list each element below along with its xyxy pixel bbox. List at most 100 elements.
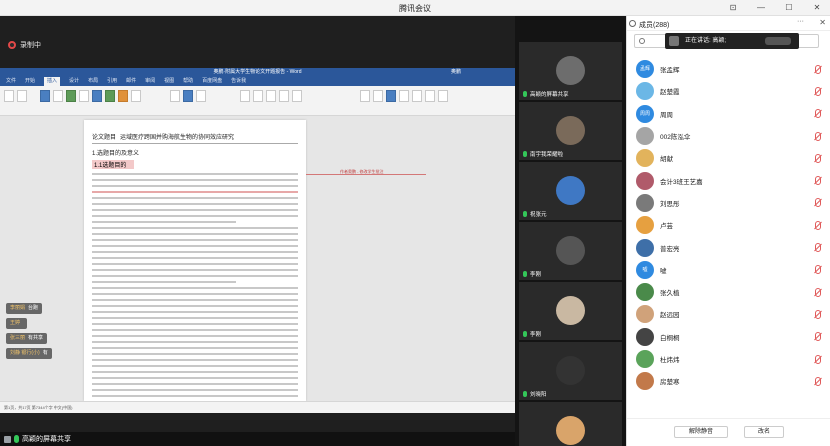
screenshot-icon[interactable] xyxy=(131,90,141,102)
muted-mic-icon[interactable] xyxy=(814,354,821,364)
smartart-icon[interactable] xyxy=(105,90,115,102)
member-avatar: 孟辉 xyxy=(636,60,654,79)
textbox-icon[interactable] xyxy=(360,90,370,102)
muted-mic-icon[interactable] xyxy=(814,287,821,297)
dropcap-icon[interactable] xyxy=(399,90,409,102)
member-row[interactable]: 嘘嘘 xyxy=(627,259,830,281)
member-row[interactable]: 白桐桐 xyxy=(627,326,830,348)
member-list: 孟辉 张孟辉 赵楚霞 周周 周周 002陈泓伞 胡献 会计3班王艺嘉 刘思彤 卢芸 普宏亮嘘嘘张久植… xyxy=(627,58,830,392)
muted-mic-icon[interactable] xyxy=(814,86,821,96)
ribbon-tab[interactable]: 插入 xyxy=(44,77,61,86)
muted-mic-icon[interactable] xyxy=(814,198,821,208)
member-row[interactable]: 刘思彤 xyxy=(627,192,830,214)
cover-page-icon[interactable] xyxy=(4,90,14,102)
member-row[interactable]: 杜炜炜 xyxy=(627,348,830,370)
picture-icon[interactable] xyxy=(53,90,63,102)
signature-line-icon[interactable] xyxy=(412,90,422,102)
muted-mic-icon[interactable] xyxy=(814,332,821,342)
rename-button[interactable]: 改名 xyxy=(744,426,784,438)
muted-mic-icon[interactable] xyxy=(814,243,821,253)
ribbon-group-text xyxy=(360,90,448,102)
pin-icon[interactable]: ⊡ xyxy=(726,2,740,13)
icons-icon[interactable] xyxy=(79,90,89,102)
blank-page-icon[interactable] xyxy=(17,90,27,102)
ribbon-tab[interactable]: 帮助 xyxy=(183,77,193,86)
word-document-area: 论文题目 运域医疗跨国并购海航生物的协同效应研究 1.选题目的及意义 1.1选题… xyxy=(0,116,515,401)
muted-mic-icon[interactable] xyxy=(814,309,821,319)
member-row[interactable]: 卢芸 xyxy=(627,214,830,236)
member-row[interactable]: 赵远园 xyxy=(627,303,830,325)
wikipedia-icon[interactable] xyxy=(183,90,193,102)
video-tile[interactable]: 刘晓阳 xyxy=(519,342,622,400)
member-row[interactable]: 房楚寒 xyxy=(627,370,830,392)
word-title-bar: 奥鹏·附属大学生物论文开题报告 - Word 奥鹏 xyxy=(0,68,515,77)
close-panel-icon[interactable]: ✕ xyxy=(819,18,826,27)
video-tile[interactable]: 南宇我荣耀啦 xyxy=(519,102,622,160)
ribbon-tab[interactable]: 审阅 xyxy=(145,77,155,86)
video-tile[interactable]: 李刚 xyxy=(519,282,622,340)
ribbon-tab[interactable]: 邮件 xyxy=(126,77,136,86)
microphone-icon xyxy=(523,331,527,337)
video-tile[interactable]: 高颖的屏幕共享 xyxy=(519,42,622,100)
member-row[interactable]: 张久植 xyxy=(627,281,830,303)
link-icon[interactable] xyxy=(240,90,250,102)
more-icon[interactable]: ··· xyxy=(797,18,804,25)
maximize-icon[interactable]: ☐ xyxy=(782,2,796,13)
close-icon[interactable]: ✕ xyxy=(810,2,824,13)
3d-model-icon[interactable] xyxy=(92,90,102,102)
ribbon-tab[interactable]: 告诉我 xyxy=(231,77,246,86)
ribbon-tab[interactable]: 布局 xyxy=(88,77,98,86)
word-status-bar: 第1页，共17页 第7344个字 中文(中国) xyxy=(0,401,515,413)
quick-parts-icon[interactable] xyxy=(373,90,383,102)
muted-mic-icon[interactable] xyxy=(814,265,821,275)
muted-mic-icon[interactable] xyxy=(814,220,821,230)
wordart-icon[interactable] xyxy=(386,90,396,102)
unmute-all-button[interactable]: 解除静音 xyxy=(674,426,728,438)
member-row[interactable]: 赵楚霞 xyxy=(627,80,830,102)
member-row[interactable]: 胡献 xyxy=(627,147,830,169)
muted-mic-icon[interactable] xyxy=(814,176,821,186)
muted-mic-icon[interactable] xyxy=(814,64,821,74)
table-icon[interactable] xyxy=(40,90,50,102)
document-page[interactable]: 论文题目 运域医疗跨国并购海航生物的协同效应研究 1.选题目的及意义 1.1选题… xyxy=(84,120,306,401)
ribbon-tab[interactable]: 视图 xyxy=(164,77,174,86)
comment-icon[interactable] xyxy=(266,90,276,102)
member-row[interactable]: 周周 周周 xyxy=(627,103,830,125)
member-row[interactable]: 002陈泓伞 xyxy=(627,125,830,147)
shapes-icon[interactable] xyxy=(66,90,76,102)
equation-icon[interactable] xyxy=(425,90,435,102)
participant-name-label: 南宇我荣耀啦 xyxy=(523,150,563,158)
ribbon-tab[interactable]: 设计 xyxy=(69,77,79,86)
ribbon-tab[interactable]: 开始 xyxy=(25,77,35,86)
participant-avatar xyxy=(556,416,585,445)
video-tile[interactable]: 李刚 xyxy=(519,222,622,280)
muted-mic-icon[interactable] xyxy=(814,376,821,386)
ribbon-tab[interactable]: 文件 xyxy=(6,77,16,86)
muted-mic-icon[interactable] xyxy=(814,153,821,163)
member-row[interactable]: 普宏亮 xyxy=(627,236,830,258)
footer-icon[interactable] xyxy=(292,90,302,102)
comment-balloon[interactable]: 作者奥鹏 - 修改学生批注 xyxy=(340,169,384,175)
text-line xyxy=(92,317,298,319)
symbol-icon[interactable] xyxy=(438,90,448,102)
muted-mic-icon[interactable] xyxy=(814,109,821,119)
text-line xyxy=(92,353,298,355)
text-line xyxy=(92,203,298,205)
member-row[interactable]: 会计3班王艺嘉 xyxy=(627,169,830,191)
ribbon-tab[interactable]: 百度网盘 xyxy=(202,77,222,86)
minimize-icon[interactable]: — xyxy=(754,2,768,13)
video-tile[interactable]: 祝张元 xyxy=(519,162,622,220)
online-video-icon[interactable] xyxy=(196,90,206,102)
recording-badge[interactable]: 录制中 xyxy=(8,40,41,50)
member-name: 房楚寒 xyxy=(660,379,680,387)
chart-icon[interactable] xyxy=(118,90,128,102)
header-icon[interactable] xyxy=(279,90,289,102)
text-line xyxy=(92,359,298,361)
ribbon-tab[interactable]: 引用 xyxy=(107,77,117,86)
bookmark-icon[interactable] xyxy=(253,90,263,102)
muted-mic-icon[interactable] xyxy=(814,131,821,141)
video-tile[interactable]: 闵华 xyxy=(519,402,622,446)
member-row[interactable]: 孟辉 张孟辉 xyxy=(627,58,830,80)
members-panel-header: 成员(288) ··· ✕ xyxy=(627,16,830,31)
store-icon[interactable] xyxy=(170,90,180,102)
